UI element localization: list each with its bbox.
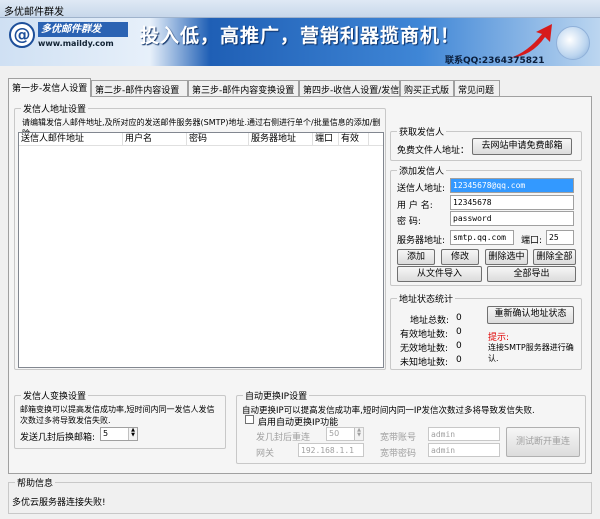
invalid-value: 0: [456, 341, 462, 351]
gateway-input[interactable]: 192.168.1.1: [298, 443, 364, 457]
sender-table[interactable]: 送信人邮件地址 用户名 密码 服务器地址 端口 有效: [18, 132, 384, 368]
broadband-password-input[interactable]: admin: [428, 443, 500, 457]
unknown-label: 未知地址数:: [400, 358, 449, 368]
reconfirm-status-button[interactable]: 重新确认地址状态: [487, 306, 574, 324]
banner: @ 多优邮件群发 www.maildy.com 投入低，高推广，营销利器揽商机！…: [0, 18, 600, 66]
title-bar: 多优邮件群发: [0, 0, 600, 18]
sender-list-title: 发信人地址设置: [21, 102, 89, 115]
switch-count-stepper[interactable]: 5 ▲ ▼: [100, 427, 138, 441]
server-input[interactable]: smtp.qq.com: [450, 230, 514, 245]
broadband-account-label: 宽带账号: [380, 433, 417, 443]
help-title: 帮助信息: [15, 476, 56, 489]
hint-text: 连接SMTP服务器进行确认.: [488, 343, 574, 363]
stats-title: 地址状态统计: [397, 292, 456, 305]
tab-step2-content[interactable]: 第二步-邮件内容设置: [91, 80, 188, 96]
col-address[interactable]: 送信人邮件地址: [19, 133, 123, 146]
globe-icon: [556, 26, 590, 60]
tab-step1-sender[interactable]: 第一步-发信人设置: [8, 78, 91, 97]
add-sender-title: 添加发信人: [397, 164, 447, 177]
apply-free-mailbox-button[interactable]: 去网站申请免费邮箱: [472, 138, 572, 155]
free-sender-label: 免费文件人地址：: [397, 146, 470, 156]
edit-button[interactable]: 修改: [441, 249, 479, 265]
contact-qq: 联系QQ:2364375821: [445, 56, 545, 66]
sender-switch-text: 邮箱变换可以提高发信成功率,短时间内同一发信人发信次数过多将导致发信失败.: [20, 405, 215, 425]
gateway-label: 网关: [256, 449, 275, 459]
banner-slogan: 投入低，高推广，营销利器揽商机！: [140, 25, 461, 47]
get-sender-title: 获取发信人: [397, 125, 447, 138]
switch-count-value: 5: [103, 429, 109, 438]
port-input[interactable]: 25: [546, 230, 574, 245]
sender-switch-title: 发信人变换设置: [21, 389, 89, 402]
brand-url: www.maildy.com: [38, 39, 114, 48]
import-file-button[interactable]: 从文件导入: [397, 266, 482, 282]
reconnect-label: 发几封后重连: [256, 433, 311, 443]
col-valid[interactable]: 有效: [339, 133, 369, 146]
tab-buy[interactable]: 购买正式版: [400, 80, 454, 96]
unknown-value: 0: [456, 355, 462, 365]
spin-arrows-icon[interactable]: ▲ ▼: [128, 428, 137, 440]
broadband-account-input[interactable]: admin: [428, 427, 500, 441]
server-label: 服务器地址:: [397, 236, 446, 246]
valid-label: 有效地址数:: [400, 330, 449, 340]
delete-selected-button[interactable]: 删除选中: [485, 249, 528, 265]
spin-arrows-icon[interactable]: ▲ ▼: [354, 428, 363, 440]
password-label: 密 码:: [397, 217, 421, 227]
reconnect-value: 50: [329, 429, 340, 438]
tab-step3-transform[interactable]: 第三步-邮件内容变换设置: [188, 80, 299, 96]
switch-count-label: 发送几封后换邮箱:: [20, 433, 96, 443]
tab-step4-recipients[interactable]: 第四步-收信人设置/发信: [299, 80, 400, 96]
broadband-password-label: 宽带密码: [380, 449, 417, 459]
ip-switch-title: 自动更换IP设置: [243, 389, 310, 402]
password-input[interactable]: password: [450, 211, 574, 226]
delete-all-button[interactable]: 删除全部: [533, 249, 576, 265]
test-reconnect-button[interactable]: 测试断开重连: [506, 427, 580, 457]
valid-value: 0: [456, 327, 462, 337]
col-server[interactable]: 服务器地址: [249, 133, 313, 146]
logo-icon: @: [9, 22, 35, 48]
total-value: 0: [456, 313, 462, 323]
invalid-label: 无效地址数:: [400, 344, 449, 354]
address-label: 送信人地址:: [397, 184, 446, 194]
reconnect-stepper[interactable]: 50 ▲ ▼: [326, 427, 364, 441]
col-username[interactable]: 用户名: [123, 133, 187, 146]
brand-name: 多优邮件群发: [38, 22, 128, 37]
table-header: 送信人邮件地址 用户名 密码 服务器地址 端口 有效: [19, 133, 383, 146]
window-title: 多优邮件群发: [4, 7, 64, 18]
address-input[interactable]: 12345678@qq.com: [450, 178, 574, 193]
total-label: 地址总数:: [410, 316, 450, 326]
col-port[interactable]: 端口: [313, 133, 339, 146]
tab-faq[interactable]: 常见问题: [454, 80, 500, 96]
col-password[interactable]: 密码: [187, 133, 249, 146]
add-button[interactable]: 添加: [397, 249, 435, 265]
help-message: 多优云服务器连接失败!: [12, 498, 106, 508]
username-label: 用 户 名:: [397, 201, 433, 211]
username-input[interactable]: 12345678: [450, 195, 574, 210]
auto-ip-checkbox[interactable]: [245, 415, 254, 424]
port-label: 端口:: [521, 236, 543, 246]
export-all-button[interactable]: 全部导出: [487, 266, 576, 282]
